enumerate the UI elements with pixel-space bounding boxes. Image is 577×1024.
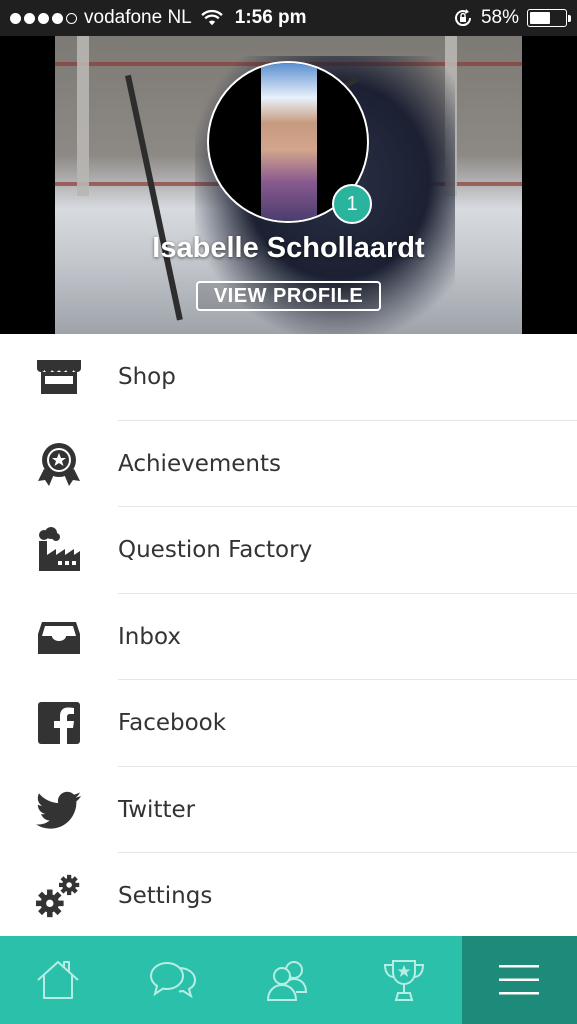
trophy-icon: [383, 960, 424, 1001]
menu-item-label: Achievements: [118, 450, 281, 477]
chat-bubbles-icon: [150, 961, 197, 999]
tab-bar: [0, 936, 577, 1024]
wifi-icon: [201, 9, 223, 26]
tab-friends[interactable]: [231, 936, 346, 1024]
menu-item-label: Settings: [118, 883, 213, 910]
menu-item-label: Facebook: [118, 710, 227, 737]
menu-item-twitter[interactable]: Twitter: [0, 767, 577, 853]
menu-item-facebook[interactable]: Facebook: [0, 680, 577, 767]
gears-icon: [36, 873, 82, 919]
notification-badge: 1: [332, 184, 372, 224]
rotation-lock-icon: [455, 9, 471, 27]
menu-item-label: Twitter: [118, 796, 196, 823]
factory-icon: [36, 527, 82, 573]
tab-home[interactable]: [0, 936, 115, 1024]
status-bar: vodafone NL 1:56 pm 58%: [0, 0, 577, 36]
clock: 1:56 pm: [234, 7, 307, 28]
twitter-icon: [36, 787, 82, 833]
menu-item-shop[interactable]: Shop: [0, 334, 577, 421]
menu-item-label: Inbox: [118, 623, 181, 650]
profile-name: Isabelle Schollaardt: [152, 232, 425, 264]
facebook-icon: [36, 700, 82, 746]
menu-item-question-factory[interactable]: Question Factory: [0, 507, 577, 594]
home-icon: [37, 961, 79, 999]
menu-item-label: Shop: [118, 364, 176, 391]
hamburger-menu-icon: [499, 965, 540, 995]
battery-icon: [527, 9, 571, 27]
menu-item-settings[interactable]: Settings: [0, 853, 577, 940]
shop-icon: [36, 354, 82, 400]
view-profile-button[interactable]: VIEW PROFILE: [196, 281, 381, 311]
avatar-photo: [261, 63, 317, 221]
carrier-name: vodafone NL: [84, 7, 192, 28]
menu-item-inbox[interactable]: Inbox: [0, 594, 577, 680]
tab-trophies[interactable]: [346, 936, 461, 1024]
signal-strength-icon: [10, 12, 77, 24]
menu-item-label: Question Factory: [118, 537, 313, 564]
profile-header: 1 Isabelle Schollaardt VIEW PROFILE: [0, 36, 577, 334]
friends-icon: [267, 961, 308, 1001]
achievement-badge-icon: [36, 441, 82, 487]
menu-item-achievements[interactable]: Achievements: [0, 421, 577, 507]
tab-chat[interactable]: [115, 936, 230, 1024]
side-menu: Shop Achievements Question Factory Inbox…: [0, 334, 577, 940]
inbox-icon: [36, 614, 82, 660]
battery-percent: 58%: [480, 7, 519, 28]
tab-menu[interactable]: [461, 936, 577, 1024]
